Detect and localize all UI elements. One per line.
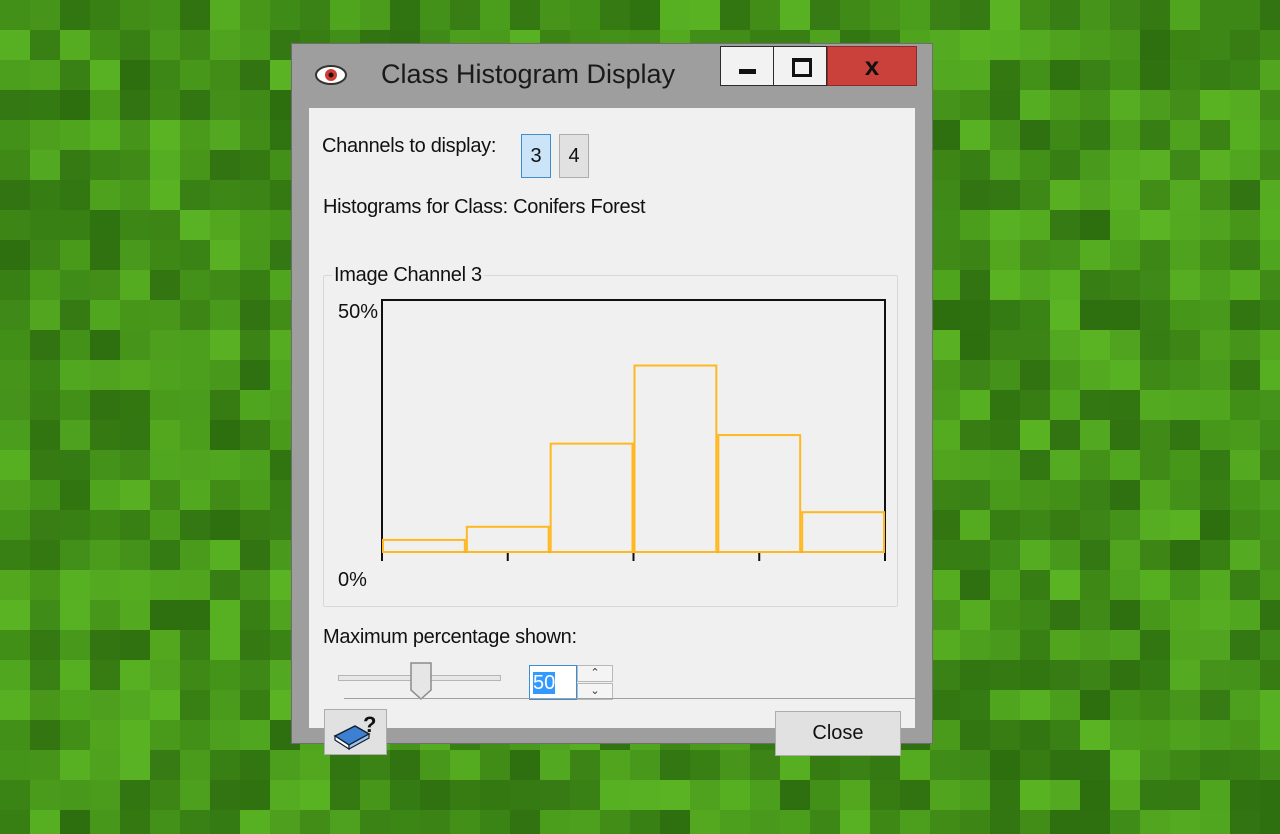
footer-separator	[344, 698, 915, 699]
max-percentage-value: 50	[533, 672, 556, 694]
max-percentage-label: Maximum percentage shown:	[323, 626, 577, 648]
minimize-button[interactable]	[720, 46, 773, 86]
class-histogram-window: Class Histogram Display x Channels to di…	[291, 43, 933, 756]
svg-text:?: ?	[363, 712, 376, 737]
max-percentage-input[interactable]: 50	[529, 665, 577, 700]
close-button[interactable]: Close	[775, 711, 901, 756]
x-axis-ticks	[381, 552, 886, 561]
spin-up-button[interactable]: ⌃	[577, 665, 613, 682]
dialog-content: Channels to display: 3 4 Histograms for …	[309, 108, 915, 756]
help-button[interactable]: ?	[324, 709, 387, 755]
maximize-icon	[792, 58, 812, 77]
title-bar[interactable]: Class Histogram Display x	[292, 44, 932, 106]
book-help-icon: ?	[333, 712, 376, 751]
eye-icon	[315, 65, 347, 85]
close-icon: x	[864, 51, 880, 81]
window-title: Class Histogram Display	[381, 59, 676, 89]
slider-thumb[interactable]	[409, 662, 433, 700]
maximize-button[interactable]	[773, 46, 827, 86]
histogram-chart	[381, 299, 886, 561]
minimize-icon	[739, 69, 756, 74]
close-window-button[interactable]: x	[827, 46, 917, 86]
